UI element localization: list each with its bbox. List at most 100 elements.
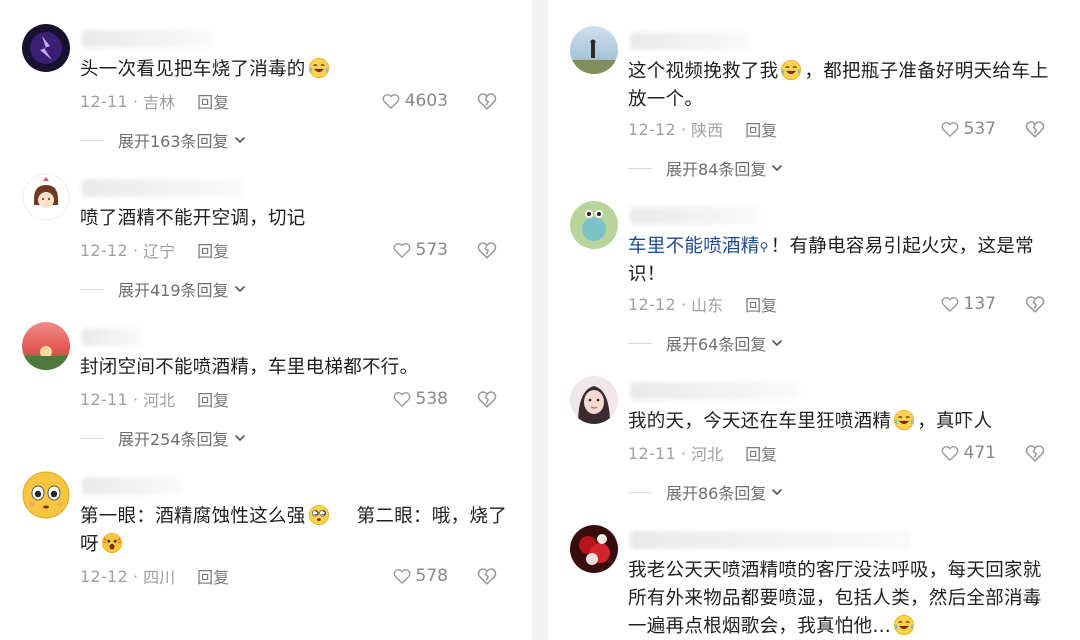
crying-laughing-emoji: [308, 57, 330, 79]
cartoon-girl-avatar[interactable]: [22, 173, 70, 221]
username-blurred[interactable]: [630, 382, 800, 400]
dislike-button[interactable]: [1024, 293, 1046, 315]
heart-icon: [392, 240, 412, 260]
comment-location: 吉林: [143, 93, 176, 112]
username-blurred[interactable]: [630, 32, 750, 50]
person-seaside-avatar[interactable]: [570, 26, 618, 74]
comment-meta: 12-11 · 河北 回复: [628, 441, 777, 465]
comment-list-right: 这个视频挽救了我 ，都把瓶子准备好明天给车上放一个。 12-12 · 陕西 回复 …: [548, 0, 1080, 640]
comment-date: 12-12: [80, 566, 128, 586]
reply-button[interactable]: 回复: [745, 441, 777, 465]
like-button[interactable]: 578: [392, 565, 448, 587]
username-blurred[interactable]: [630, 531, 910, 549]
like-count: 578: [415, 566, 448, 586]
red-flower-avatar[interactable]: [570, 525, 618, 573]
reply-button[interactable]: 回复: [745, 292, 777, 316]
like-button[interactable]: 471: [940, 442, 996, 464]
comment-text: 这个视频挽救了我 ，都把瓶子准备好明天给车上放一个。: [628, 61, 1049, 110]
expand-divider-line: [80, 139, 104, 141]
chevron-down-icon: [770, 161, 784, 175]
purple-flash-avatar[interactable]: [22, 24, 70, 72]
expand-replies-button[interactable]: 展开84条回复: [628, 157, 784, 179]
comment-meta: 12-12 · 山东 回复: [628, 292, 777, 316]
comment-date: 12-12: [628, 294, 676, 314]
reply-button[interactable]: 回复: [197, 89, 229, 113]
expand-replies-button[interactable]: 展开419条回复: [80, 278, 247, 300]
dislike-button[interactable]: [476, 565, 498, 587]
comment-text: 喷了酒精不能开空调，切记: [80, 208, 306, 229]
comment-item: 我的天，今天还在车里狂喷酒精 ，真吓人 12-11 · 河北 回复 471 展开8…: [548, 376, 1080, 516]
green-cartoon-avatar[interactable]: [570, 201, 618, 249]
like-button[interactable]: 4603: [381, 90, 448, 112]
dislike-button[interactable]: [1024, 118, 1046, 140]
chevron-down-icon: [233, 282, 247, 296]
like-count: 137: [963, 294, 996, 314]
username-blurred[interactable]: [630, 207, 760, 225]
reply-button[interactable]: 回复: [745, 117, 777, 141]
broken-heart-icon: [1024, 118, 1046, 140]
expand-replies-button[interactable]: 展开163条回复: [80, 129, 247, 151]
expand-replies-label: 展开86条回复: [666, 484, 767, 503]
comment-meta: 12-11 · 河北 回复: [80, 387, 229, 411]
expand-replies-label: 展开163条回复: [118, 132, 229, 151]
dislike-button[interactable]: [1024, 442, 1046, 464]
yellow-face-avatar[interactable]: [22, 471, 70, 519]
reply-button[interactable]: 回复: [197, 238, 229, 262]
expand-replies-label: 展开84条回复: [666, 160, 767, 179]
like-button[interactable]: 538: [392, 388, 448, 410]
like-button[interactable]: 537: [940, 118, 996, 140]
reply-button[interactable]: 回复: [197, 387, 229, 411]
comment-text: 封闭空间不能喷酒精，车里电梯都不行。: [80, 357, 419, 378]
chevron-down-icon: [233, 133, 247, 147]
expand-replies-label: 展开64条回复: [666, 335, 767, 354]
expand-divider-line: [628, 167, 652, 169]
heart-icon: [392, 389, 412, 409]
reply-button[interactable]: 回复: [197, 564, 229, 588]
topic-link[interactable]: 车里不能喷酒精: [628, 236, 760, 257]
column-divider: [532, 0, 548, 640]
meta-separator: ·: [133, 240, 139, 260]
like-count: 537: [963, 119, 996, 139]
meta-separator: ·: [133, 91, 139, 111]
heart-icon: [940, 443, 960, 463]
dizzy-eyes-emoji: [308, 504, 330, 526]
like-button[interactable]: 573: [392, 239, 448, 261]
username-blurred[interactable]: [82, 477, 182, 495]
sunset-avatar[interactable]: [22, 322, 70, 370]
heart-icon: [940, 294, 960, 314]
expand-replies-button[interactable]: 展开86条回复: [628, 481, 784, 503]
username-blurred[interactable]: [82, 30, 212, 48]
comment-text: 我的天，今天还在车里狂喷酒精 ，真吓人: [628, 409, 993, 432]
comment-location: 山东: [691, 296, 724, 315]
heart-icon: [940, 119, 960, 139]
comment-location: 四川: [143, 568, 176, 587]
comment-item: 头一次看见把车烧了消毒的 12-11 · 吉林 回复 4603 展开163条回复: [0, 24, 532, 164]
heart-icon: [392, 566, 412, 586]
girl-photo-avatar[interactable]: [570, 376, 618, 424]
comment-item: 第一眼：酒精腐蚀性这么强 第二眼：哦，烧了呀 12-12 · 四川 回复 578: [0, 471, 532, 640]
dislike-button[interactable]: [476, 90, 498, 112]
comment-text: 我老公天天喷酒精喷的客厅没法呼吸，每天回家就所有外来物品都要喷湿，包括人类，然后…: [628, 560, 1042, 637]
comment-date: 12-11: [628, 443, 676, 463]
expand-divider-line: [628, 342, 652, 344]
comment-location: 河北: [143, 391, 176, 410]
username-blurred[interactable]: [82, 328, 142, 346]
expand-replies-button[interactable]: 展开254条回复: [80, 427, 247, 449]
comment-text: 车里不能喷酒精⚲ ！有静电容易引起火灾，这是常识！: [628, 233, 1056, 289]
crying-laughing-emoji: [893, 409, 915, 431]
broken-heart-icon: [1024, 293, 1046, 315]
comment-item: 封闭空间不能喷酒精，车里电梯都不行。 12-11 · 河北 回复 538 展开2…: [0, 322, 532, 462]
heart-icon: [381, 91, 401, 111]
username-blurred[interactable]: [82, 179, 242, 197]
comment-date: 12-11: [80, 389, 128, 409]
crying-laughing-emoji: [893, 614, 915, 636]
like-button[interactable]: 137: [940, 293, 996, 315]
comment-location: 河北: [691, 445, 724, 464]
comment-date: 12-12: [80, 240, 128, 260]
dislike-button[interactable]: [476, 239, 498, 261]
broken-heart-icon: [476, 239, 498, 261]
meta-separator: ·: [681, 294, 687, 314]
expand-replies-button[interactable]: 展开64条回复: [628, 332, 784, 354]
dislike-button[interactable]: [476, 388, 498, 410]
comment-meta: 12-12 · 陕西 回复: [628, 117, 777, 141]
